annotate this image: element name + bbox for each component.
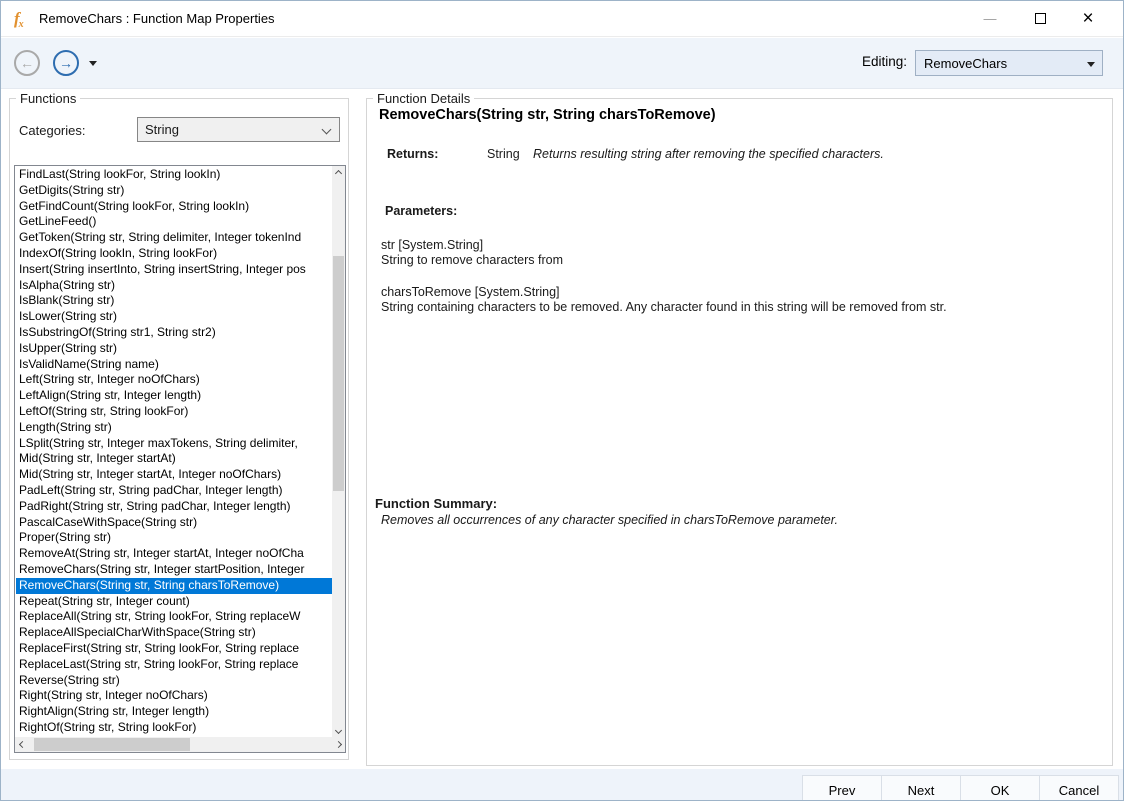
window-title: RemoveChars : Function Map Properties (39, 11, 275, 26)
list-item[interactable]: Length(String str) (16, 420, 332, 436)
chevron-up-icon (335, 170, 342, 177)
list-item[interactable]: GetDigits(String str) (16, 183, 332, 199)
minimize-icon: — (984, 11, 997, 26)
parameter-description: String to remove characters from (381, 253, 563, 267)
horizontal-scrollbar[interactable] (15, 737, 346, 752)
returns-type: String (487, 147, 520, 161)
categories-combobox-value: String (145, 122, 179, 137)
list-item[interactable]: PadRight(String str, String padChar, Int… (16, 499, 332, 515)
footer-bar: Prev Next OK Cancel (1, 769, 1123, 801)
parameter-name: charsToRemove [System.String] (381, 285, 560, 299)
forward-button[interactable]: → (53, 50, 79, 76)
dialog-window: fx RemoveChars : Function Map Properties… (0, 0, 1124, 801)
minimize-button[interactable]: — (967, 1, 1013, 36)
list-item[interactable]: RemoveAt(String str, Integer startAt, In… (16, 546, 332, 562)
prev-button[interactable]: Prev (802, 775, 882, 801)
list-item[interactable]: IsSubstringOf(String str1, String str2) (16, 325, 332, 341)
list-item[interactable]: GetToken(String str, String delimiter, I… (16, 230, 332, 246)
list-item[interactable]: RemoveChars(String str, Integer startPos… (16, 562, 332, 578)
editing-label: Editing: (862, 54, 907, 69)
chevron-left-icon (19, 741, 26, 748)
fx-function-icon: fx (14, 9, 34, 29)
categories-label: Categories: (19, 123, 85, 138)
list-item[interactable]: IndexOf(String lookIn, String lookFor) (16, 246, 332, 262)
editing-combobox[interactable]: RemoveChars (915, 50, 1103, 76)
list-item[interactable]: Reverse(String str) (16, 673, 332, 689)
list-item[interactable]: Mid(String str, Integer startAt, Integer… (16, 467, 332, 483)
vertical-scrollbar[interactable] (332, 166, 345, 738)
function-summary-text: Removes all occurrences of any character… (381, 513, 838, 527)
functions-listbox[interactable]: FindLast(String lookFor, String lookIn)G… (14, 165, 346, 753)
list-item[interactable]: Mid(String str, Integer startAt) (16, 451, 332, 467)
horizontal-scrollbar-thumb[interactable] (34, 738, 190, 751)
list-item[interactable]: FindLast(String lookFor, String lookIn) (16, 167, 332, 183)
function-signature: RemoveChars(String str, String charsToRe… (379, 107, 716, 123)
list-item[interactable]: Right(String str, Integer noOfChars) (16, 688, 332, 704)
close-icon: × (1082, 8, 1093, 30)
list-item[interactable]: RemoveChars(String str, String charsToRe… (16, 578, 332, 594)
cancel-button[interactable]: Cancel (1039, 775, 1119, 801)
vertical-scrollbar-thumb[interactable] (333, 256, 344, 491)
list-item[interactable]: GetFindCount(String lookFor, String look… (16, 199, 332, 215)
parameters-label: Parameters: (385, 204, 457, 218)
functions-groupbox-title: Functions (16, 91, 80, 106)
list-item[interactable]: Insert(String insertInto, String insertS… (16, 262, 332, 278)
categories-combobox[interactable]: String (137, 117, 340, 142)
list-item[interactable]: IsUpper(String str) (16, 341, 332, 357)
list-item[interactable]: IsValidName(String name) (16, 357, 332, 373)
functions-list: FindLast(String lookFor, String lookIn)G… (16, 167, 332, 737)
scroll-right-arrow[interactable] (331, 737, 346, 752)
list-item[interactable]: RightAlign(String str, Integer length) (16, 704, 332, 720)
chevron-down-icon (322, 125, 332, 135)
scroll-left-arrow[interactable] (15, 737, 30, 752)
forward-dropdown-caret-icon[interactable] (89, 61, 97, 66)
list-item[interactable]: ReplaceLast(String str, String lookFor, … (16, 657, 332, 673)
list-item[interactable]: LSplit(String str, Integer maxTokens, St… (16, 436, 332, 452)
parameter-name: str [System.String] (381, 238, 483, 252)
editing-combobox-value: RemoveChars (924, 56, 1007, 71)
list-item[interactable]: LeftAlign(String str, Integer length) (16, 388, 332, 404)
footer-buttons: Prev Next OK Cancel (803, 775, 1119, 801)
list-item[interactable]: PadLeft(String str, String padChar, Inte… (16, 483, 332, 499)
list-item[interactable]: PascalCaseWithSpace(String str) (16, 515, 332, 531)
list-item[interactable]: RightOf(String str, String lookFor) (16, 720, 332, 736)
function-details-groupbox-title: Function Details (373, 91, 474, 106)
parameter-description: String containing characters to be remov… (381, 300, 947, 314)
scroll-down-arrow[interactable] (332, 723, 345, 738)
close-button[interactable]: × (1065, 1, 1111, 36)
circle-arrow-left-icon: ← (20, 56, 34, 70)
list-item[interactable]: GetLineFeed() (16, 214, 332, 230)
chevron-right-icon (335, 741, 342, 748)
circle-arrow-right-icon: → (59, 56, 73, 70)
returns-label: Returns: (387, 147, 438, 161)
maximize-button[interactable] (1017, 1, 1063, 36)
title-bar: fx RemoveChars : Function Map Properties… (1, 1, 1123, 37)
maximize-icon (1035, 13, 1046, 24)
functions-groupbox: Functions Categories: String FindLast(St… (9, 98, 349, 760)
toolbar: ← → Editing: RemoveChars (1, 38, 1123, 89)
list-item[interactable]: IsBlank(String str) (16, 293, 332, 309)
function-details-groupbox: Function Details RemoveChars(String str,… (366, 98, 1113, 766)
list-item[interactable]: Left(String str, Integer noOfChars) (16, 372, 332, 388)
list-item[interactable]: Proper(String str) (16, 530, 332, 546)
back-button[interactable]: ← (14, 50, 40, 76)
function-summary-label: Function Summary: (375, 496, 497, 511)
list-item[interactable]: LeftOf(String str, String lookFor) (16, 404, 332, 420)
list-item[interactable]: IsAlpha(String str) (16, 278, 332, 294)
scroll-up-arrow[interactable] (332, 166, 345, 181)
list-item[interactable]: ReplaceAllSpecialCharWithSpace(String st… (16, 625, 332, 641)
returns-description: Returns resulting string after removing … (533, 147, 884, 161)
list-item[interactable]: ReplaceFirst(String str, String lookFor,… (16, 641, 332, 657)
chevron-down-icon (335, 727, 342, 734)
list-item[interactable]: Repeat(String str, Integer count) (16, 594, 332, 610)
list-item[interactable]: IsLower(String str) (16, 309, 332, 325)
next-button[interactable]: Next (881, 775, 961, 801)
chevron-down-icon (1087, 62, 1095, 67)
list-item[interactable]: ReplaceAll(String str, String lookFor, S… (16, 609, 332, 625)
ok-button[interactable]: OK (960, 775, 1040, 801)
